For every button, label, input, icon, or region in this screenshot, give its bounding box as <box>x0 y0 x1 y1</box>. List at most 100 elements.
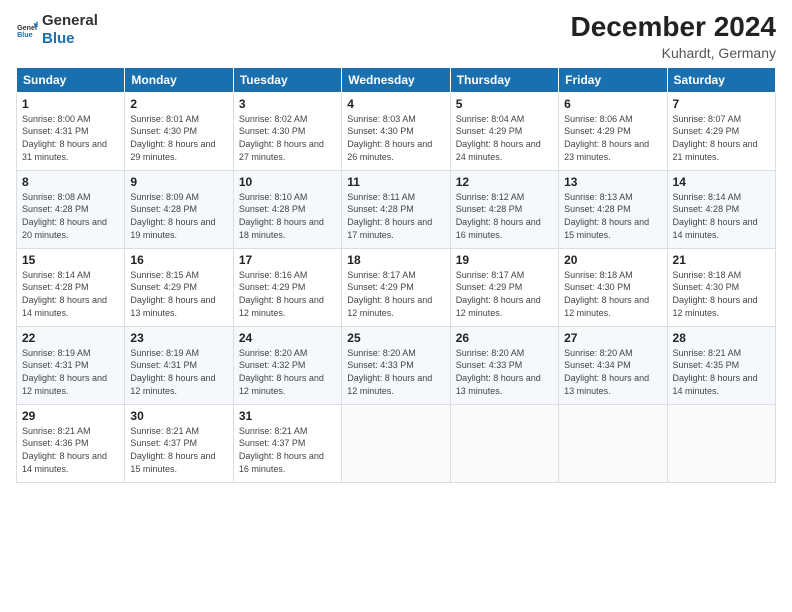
day-info: Sunrise: 8:20 AMSunset: 4:33 PMDaylight:… <box>456 348 541 396</box>
day-info: Sunrise: 8:19 AMSunset: 4:31 PMDaylight:… <box>22 348 107 396</box>
header-thursday: Thursday <box>450 67 558 92</box>
logo-general: General <box>42 12 98 30</box>
day-number: 16 <box>130 253 227 267</box>
table-cell: 19 Sunrise: 8:17 AMSunset: 4:29 PMDaylig… <box>450 248 558 326</box>
day-number: 5 <box>456 97 553 111</box>
day-number: 2 <box>130 97 227 111</box>
page-container: General Blue General Blue December 2024 … <box>0 0 792 491</box>
header-saturday: Saturday <box>667 67 775 92</box>
week-row-5: 29 Sunrise: 8:21 AMSunset: 4:36 PMDaylig… <box>17 404 776 482</box>
table-cell: 4 Sunrise: 8:03 AMSunset: 4:30 PMDayligh… <box>342 92 450 170</box>
day-info: Sunrise: 8:10 AMSunset: 4:28 PMDaylight:… <box>239 192 324 240</box>
table-cell: 5 Sunrise: 8:04 AMSunset: 4:29 PMDayligh… <box>450 92 558 170</box>
table-cell: 30 Sunrise: 8:21 AMSunset: 4:37 PMDaylig… <box>125 404 233 482</box>
week-row-4: 22 Sunrise: 8:19 AMSunset: 4:31 PMDaylig… <box>17 326 776 404</box>
day-number: 8 <box>22 175 119 189</box>
day-number: 27 <box>564 331 661 345</box>
day-info: Sunrise: 8:12 AMSunset: 4:28 PMDaylight:… <box>456 192 541 240</box>
table-cell: 14 Sunrise: 8:14 AMSunset: 4:28 PMDaylig… <box>667 170 775 248</box>
day-number: 10 <box>239 175 336 189</box>
table-cell: 29 Sunrise: 8:21 AMSunset: 4:36 PMDaylig… <box>17 404 125 482</box>
week-row-2: 8 Sunrise: 8:08 AMSunset: 4:28 PMDayligh… <box>17 170 776 248</box>
day-number: 7 <box>673 97 770 111</box>
header-friday: Friday <box>559 67 667 92</box>
day-info: Sunrise: 8:20 AMSunset: 4:32 PMDaylight:… <box>239 348 324 396</box>
table-cell: 28 Sunrise: 8:21 AMSunset: 4:35 PMDaylig… <box>667 326 775 404</box>
day-info: Sunrise: 8:21 AMSunset: 4:37 PMDaylight:… <box>130 426 215 474</box>
table-cell: 12 Sunrise: 8:12 AMSunset: 4:28 PMDaylig… <box>450 170 558 248</box>
day-info: Sunrise: 8:03 AMSunset: 4:30 PMDaylight:… <box>347 114 432 162</box>
day-number: 25 <box>347 331 444 345</box>
subtitle: Kuhardt, Germany <box>571 45 776 61</box>
day-number: 14 <box>673 175 770 189</box>
day-number: 21 <box>673 253 770 267</box>
day-info: Sunrise: 8:02 AMSunset: 4:30 PMDaylight:… <box>239 114 324 162</box>
table-cell: 25 Sunrise: 8:20 AMSunset: 4:33 PMDaylig… <box>342 326 450 404</box>
table-cell: 6 Sunrise: 8:06 AMSunset: 4:29 PMDayligh… <box>559 92 667 170</box>
day-number: 6 <box>564 97 661 111</box>
day-number: 12 <box>456 175 553 189</box>
day-info: Sunrise: 8:16 AMSunset: 4:29 PMDaylight:… <box>239 270 324 318</box>
day-info: Sunrise: 8:21 AMSunset: 4:37 PMDaylight:… <box>239 426 324 474</box>
day-number: 1 <box>22 97 119 111</box>
table-cell: 7 Sunrise: 8:07 AMSunset: 4:29 PMDayligh… <box>667 92 775 170</box>
day-number: 18 <box>347 253 444 267</box>
header-wednesday: Wednesday <box>342 67 450 92</box>
day-number: 23 <box>130 331 227 345</box>
day-number: 11 <box>347 175 444 189</box>
logo-icon: General Blue <box>16 19 38 41</box>
day-number: 19 <box>456 253 553 267</box>
table-cell: 18 Sunrise: 8:17 AMSunset: 4:29 PMDaylig… <box>342 248 450 326</box>
table-cell: 8 Sunrise: 8:08 AMSunset: 4:28 PMDayligh… <box>17 170 125 248</box>
day-number: 13 <box>564 175 661 189</box>
day-number: 28 <box>673 331 770 345</box>
svg-text:Blue: Blue <box>17 31 33 39</box>
day-info: Sunrise: 8:04 AMSunset: 4:29 PMDaylight:… <box>456 114 541 162</box>
day-number: 22 <box>22 331 119 345</box>
day-info: Sunrise: 8:17 AMSunset: 4:29 PMDaylight:… <box>347 270 432 318</box>
table-cell: 10 Sunrise: 8:10 AMSunset: 4:28 PMDaylig… <box>233 170 341 248</box>
day-info: Sunrise: 8:15 AMSunset: 4:29 PMDaylight:… <box>130 270 215 318</box>
day-info: Sunrise: 8:18 AMSunset: 4:30 PMDaylight:… <box>564 270 649 318</box>
day-info: Sunrise: 8:01 AMSunset: 4:30 PMDaylight:… <box>130 114 215 162</box>
day-info: Sunrise: 8:14 AMSunset: 4:28 PMDaylight:… <box>673 192 758 240</box>
day-number: 3 <box>239 97 336 111</box>
day-info: Sunrise: 8:00 AMSunset: 4:31 PMDaylight:… <box>22 114 107 162</box>
main-title: December 2024 <box>571 12 776 43</box>
table-cell: 24 Sunrise: 8:20 AMSunset: 4:32 PMDaylig… <box>233 326 341 404</box>
day-info: Sunrise: 8:11 AMSunset: 4:28 PMDaylight:… <box>347 192 432 240</box>
day-info: Sunrise: 8:21 AMSunset: 4:35 PMDaylight:… <box>673 348 758 396</box>
table-cell: 11 Sunrise: 8:11 AMSunset: 4:28 PMDaylig… <box>342 170 450 248</box>
header-tuesday: Tuesday <box>233 67 341 92</box>
day-info: Sunrise: 8:07 AMSunset: 4:29 PMDaylight:… <box>673 114 758 162</box>
table-cell: 15 Sunrise: 8:14 AMSunset: 4:28 PMDaylig… <box>17 248 125 326</box>
calendar-header-row: Sunday Monday Tuesday Wednesday Thursday… <box>17 67 776 92</box>
day-info: Sunrise: 8:21 AMSunset: 4:36 PMDaylight:… <box>22 426 107 474</box>
day-number: 20 <box>564 253 661 267</box>
day-info: Sunrise: 8:17 AMSunset: 4:29 PMDaylight:… <box>456 270 541 318</box>
day-number: 4 <box>347 97 444 111</box>
table-cell <box>342 404 450 482</box>
week-row-1: 1 Sunrise: 8:00 AMSunset: 4:31 PMDayligh… <box>17 92 776 170</box>
title-block: December 2024 Kuhardt, Germany <box>571 12 776 61</box>
day-info: Sunrise: 8:20 AMSunset: 4:34 PMDaylight:… <box>564 348 649 396</box>
table-cell: 16 Sunrise: 8:15 AMSunset: 4:29 PMDaylig… <box>125 248 233 326</box>
day-info: Sunrise: 8:06 AMSunset: 4:29 PMDaylight:… <box>564 114 649 162</box>
week-row-3: 15 Sunrise: 8:14 AMSunset: 4:28 PMDaylig… <box>17 248 776 326</box>
table-cell: 21 Sunrise: 8:18 AMSunset: 4:30 PMDaylig… <box>667 248 775 326</box>
day-number: 30 <box>130 409 227 423</box>
day-info: Sunrise: 8:19 AMSunset: 4:31 PMDaylight:… <box>130 348 215 396</box>
day-number: 29 <box>22 409 119 423</box>
day-info: Sunrise: 8:09 AMSunset: 4:28 PMDaylight:… <box>130 192 215 240</box>
header-row: General Blue General Blue December 2024 … <box>16 12 776 61</box>
day-number: 31 <box>239 409 336 423</box>
table-cell <box>667 404 775 482</box>
day-number: 15 <box>22 253 119 267</box>
table-cell: 31 Sunrise: 8:21 AMSunset: 4:37 PMDaylig… <box>233 404 341 482</box>
table-cell <box>559 404 667 482</box>
day-number: 24 <box>239 331 336 345</box>
table-cell: 3 Sunrise: 8:02 AMSunset: 4:30 PMDayligh… <box>233 92 341 170</box>
day-number: 9 <box>130 175 227 189</box>
table-cell: 9 Sunrise: 8:09 AMSunset: 4:28 PMDayligh… <box>125 170 233 248</box>
table-cell: 2 Sunrise: 8:01 AMSunset: 4:30 PMDayligh… <box>125 92 233 170</box>
